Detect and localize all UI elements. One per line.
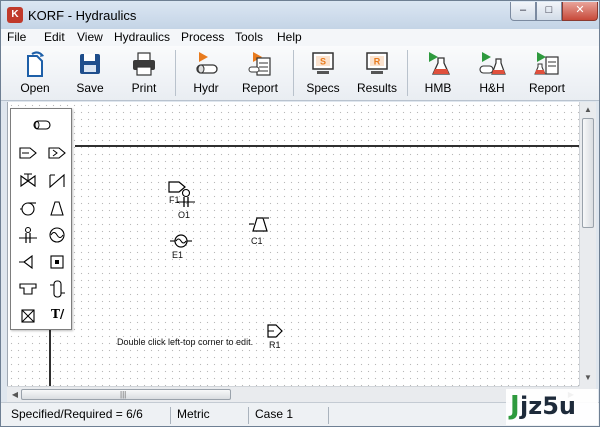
vertical-scrollbar[interactable]: ▲ ▼ (579, 102, 596, 386)
palette-row-2 (11, 140, 73, 166)
scroll-up-arrow-icon[interactable]: ▲ (580, 102, 596, 118)
printer-icon (133, 52, 155, 76)
palette-row-4 (11, 195, 73, 221)
compressor-tool-icon[interactable] (47, 199, 67, 217)
scroll-grip-icon: ||| (120, 390, 127, 399)
menu-edit[interactable]: Edit (44, 30, 65, 44)
menu-help[interactable]: Help (277, 30, 302, 44)
print-label: Print (131, 81, 157, 95)
watermark-logo-text: jz5u (520, 392, 576, 420)
palette-row-3 (11, 168, 73, 194)
pump-tool-icon[interactable] (18, 199, 38, 217)
palette-row-6 (11, 249, 73, 275)
title-bar[interactable]: K KORF - Hydraulics – □ ✕ (1, 1, 599, 29)
scroll-down-arrow-icon[interactable]: ▼ (580, 370, 596, 386)
open-file-icon (27, 51, 44, 77)
palette-row-7 (11, 276, 73, 302)
site-watermark: J jz5u (506, 389, 598, 425)
flask-report-icon (534, 52, 559, 75)
vertical-scroll-thumb[interactable] (582, 118, 594, 228)
tee-tool-icon[interactable] (18, 280, 38, 298)
specs-monitor-icon: S (312, 52, 334, 74)
specs-button[interactable]: S Specs (295, 49, 351, 99)
edit-hint-text: Double click left-top corner to edit. (117, 337, 254, 347)
toolbar-separator (175, 50, 176, 96)
menu-hydraulics[interactable]: Hydraulics (114, 30, 170, 44)
report-button[interactable]: Report (232, 49, 288, 99)
feed-tool-icon[interactable] (18, 144, 38, 162)
equipment-label-o1: O1 (178, 210, 191, 220)
status-units: Metric (173, 407, 249, 424)
column-tool-icon[interactable] (47, 280, 67, 298)
specs-label: Specs (306, 81, 340, 95)
pipe-tool-icon[interactable] (32, 116, 52, 134)
menu-view[interactable]: View (77, 30, 103, 44)
save-button[interactable]: Save (62, 49, 118, 99)
palette-row-5 (11, 222, 73, 248)
hnh-label: H&H (479, 81, 505, 95)
menu-bar: File Edit View Hydraulics Process Tools … (1, 29, 599, 46)
equipment-label-r1: R1 (269, 340, 281, 350)
valve-tool-icon[interactable] (18, 172, 38, 190)
menu-process[interactable]: Process (181, 30, 224, 44)
results-label: Results (356, 81, 397, 95)
hydraulics-run-icon (196, 52, 218, 74)
save-label: Save (76, 81, 104, 95)
process-report-label: Report (528, 81, 566, 95)
nozzle-tool-icon[interactable] (18, 253, 38, 271)
toolbar-separator (407, 50, 408, 96)
korf-app-icon: K (7, 7, 23, 23)
maximize-button[interactable]: □ (536, 2, 562, 21)
exchanger-tool-icon[interactable] (47, 226, 67, 244)
menu-tools[interactable]: Tools (235, 30, 263, 44)
open-button[interactable]: Open (7, 49, 63, 99)
specs-letter: S (320, 57, 326, 67)
product-tool-icon[interactable] (47, 144, 67, 162)
report-label: Report (241, 81, 279, 95)
equipment-label-e1: E1 (172, 250, 184, 260)
hmb-button[interactable]: HMB (410, 49, 466, 99)
hydr-label: Hydr (193, 81, 219, 95)
results-button[interactable]: R Results (349, 49, 405, 99)
hmb-label: HMB (424, 81, 452, 95)
product-symbol-icon[interactable] (266, 323, 284, 339)
app-window: K KORF - Hydraulics – □ ✕ File Edit View… (0, 0, 600, 427)
open-label: Open (20, 81, 50, 95)
vessel-tool-icon[interactable] (47, 253, 67, 271)
results-letter: R (374, 57, 381, 67)
horizontal-scrollbar[interactable]: ◀ ||| ▶ (7, 386, 579, 402)
misc-equipment-tool-icon[interactable] (18, 307, 38, 325)
flask-run-icon (429, 52, 451, 75)
menu-file[interactable]: File (7, 30, 26, 44)
palette-row-8: T/ (11, 303, 73, 329)
minimize-button[interactable]: – (510, 2, 536, 21)
check-valve-tool-icon[interactable] (47, 172, 67, 190)
status-specified-required: Specified/Required = 6/6 (7, 407, 171, 424)
close-button[interactable]: ✕ (562, 2, 598, 21)
print-button[interactable]: Print (116, 49, 172, 99)
toolbar-separator (293, 50, 294, 96)
process-report-button[interactable]: Report (519, 49, 575, 99)
horizontal-scroll-thumb[interactable]: ||| (21, 389, 231, 400)
orifice-tool-icon[interactable] (18, 226, 38, 244)
toolbar: Open Save Print Hydr Report S Specs R Re… (1, 46, 599, 101)
palette-row-1 (11, 112, 73, 138)
flask-pipe-icon (479, 52, 506, 75)
report-icon (248, 52, 271, 76)
watermark-logo-j: J (510, 391, 520, 421)
orifice-symbol-icon[interactable] (175, 187, 197, 209)
text-tool-icon[interactable]: T/ (51, 307, 64, 321)
compressor-symbol-icon[interactable] (248, 213, 270, 235)
hnh-button[interactable]: H&H (464, 49, 520, 99)
results-monitor-icon: R (366, 52, 388, 74)
hydr-button[interactable]: Hydr (178, 49, 234, 99)
window-title: KORF - Hydraulics (28, 8, 137, 23)
pipe-line-horizontal[interactable] (75, 145, 579, 147)
exchanger-symbol-icon[interactable] (169, 232, 193, 250)
equipment-label-c1: C1 (251, 236, 263, 246)
save-disk-icon (80, 54, 100, 74)
equipment-palette: T/ (10, 108, 72, 330)
status-case: Case 1 (251, 407, 329, 424)
